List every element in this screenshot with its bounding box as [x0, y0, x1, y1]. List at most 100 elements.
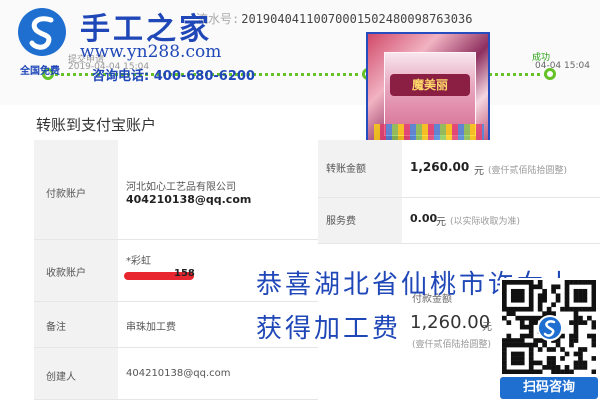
- payee-label-cell: 收款账户: [34, 240, 118, 302]
- qr-module: [502, 302, 507, 308]
- qr-code[interactable]: [500, 278, 598, 376]
- logo-url: www.yn288.com: [80, 42, 222, 62]
- qr-module: [524, 369, 530, 374]
- qr-module: [546, 360, 552, 366]
- qr-module: [591, 338, 596, 343]
- qr-module: [528, 324, 534, 330]
- qr-module: [591, 320, 596, 325]
- free-hotline-label: 全国免费: [20, 66, 60, 77]
- scan-consult-button[interactable]: 扫码咨询: [500, 377, 598, 399]
- remark-label-cell: 备注: [34, 302, 118, 348]
- qr-module: [578, 306, 583, 312]
- remark-value: 串珠加工费: [126, 322, 176, 333]
- amount-value-cell: 1,260.00 元 (壹仟贰佰陆拾圆整): [402, 140, 600, 198]
- qr-module: [591, 306, 596, 312]
- payee-name: *彩虹: [126, 256, 151, 267]
- creator-label-cell: 创建人: [34, 348, 118, 400]
- fee-note: (以实际收取为准): [450, 217, 521, 227]
- qr-module: [502, 280, 507, 285]
- qr-module: [573, 306, 579, 312]
- qr-module: [528, 293, 534, 299]
- qr-module: [564, 302, 570, 308]
- qr-module: [591, 288, 596, 294]
- qr-module: [515, 288, 521, 294]
- qr-module: [587, 333, 592, 339]
- fee-label: 服务费: [326, 216, 356, 227]
- fee-value: 0.00: [410, 212, 438, 225]
- qr-module: [573, 320, 579, 325]
- qr-module: [502, 315, 507, 321]
- qr-module: [587, 306, 592, 312]
- qr-module: [578, 351, 583, 357]
- qr-module: [519, 342, 525, 348]
- qr-module: [510, 356, 516, 361]
- qr-module: [569, 338, 574, 343]
- qr-module: [533, 360, 539, 366]
- fee-unit: 元: [436, 217, 446, 228]
- qr-module: [578, 356, 583, 361]
- qr-module: [519, 288, 525, 294]
- qr-module: [506, 306, 512, 312]
- qr-module: [519, 351, 525, 357]
- qr-module: [560, 356, 565, 361]
- payer-name: 河北如心工艺品有限公司: [126, 182, 236, 193]
- qr-module: [502, 288, 507, 294]
- qr-module: [578, 280, 583, 285]
- qr-module: [582, 280, 588, 285]
- qr-module: [542, 342, 547, 348]
- qr-module: [533, 315, 539, 321]
- qr-module: [528, 315, 534, 321]
- qr-module: [528, 356, 534, 361]
- qr-module: [506, 333, 512, 339]
- qr-module: [510, 351, 516, 357]
- qr-module: [506, 311, 512, 317]
- payer-label: 付款账户: [46, 189, 86, 200]
- qr-module: [578, 293, 583, 299]
- qr-module: [528, 306, 534, 312]
- qr-module: [506, 280, 512, 285]
- amount-value: 1,260.00: [410, 160, 470, 174]
- qr-module: [502, 297, 507, 303]
- qr-module: [573, 288, 579, 294]
- qr-module: [528, 284, 534, 290]
- qr-module: [582, 293, 588, 299]
- qr-module: [573, 360, 579, 366]
- qr-module: [524, 324, 530, 330]
- qr-module: [519, 280, 525, 285]
- creator-value: 404210138@qq.com: [126, 368, 231, 379]
- qr-module: [546, 365, 552, 370]
- qr-module: [515, 293, 521, 299]
- payee-label: 收款账户: [46, 268, 86, 279]
- qr-module: [564, 351, 570, 357]
- qr-module: [528, 329, 534, 334]
- remark-label: 备注: [46, 322, 66, 333]
- qr-module: [591, 342, 596, 348]
- qr-module: [519, 320, 525, 325]
- qr-module: [560, 369, 565, 374]
- qr-module: [551, 365, 556, 370]
- qr-module: [542, 365, 547, 370]
- qr-module: [515, 315, 521, 321]
- qr-module: [519, 297, 525, 303]
- product-photo: 魔美丽: [366, 32, 490, 154]
- qr-module: [502, 342, 507, 348]
- qr-module: [502, 360, 507, 366]
- qr-module: [515, 360, 521, 366]
- qr-module: [591, 297, 596, 303]
- qr-module: [519, 324, 525, 330]
- qr-module: [582, 288, 588, 294]
- qr-module: [528, 369, 534, 374]
- qr-module: [519, 315, 525, 321]
- qr-module: [591, 284, 596, 290]
- qr-module: [578, 315, 583, 321]
- qr-module: [528, 288, 534, 294]
- qr-module: [578, 320, 583, 325]
- qr-module: [519, 306, 525, 312]
- qr-module: [524, 333, 530, 339]
- qr-module: [564, 288, 570, 294]
- qr-module: [564, 284, 570, 290]
- qr-module: [502, 369, 507, 374]
- qr-module: [569, 342, 574, 348]
- qr-module: [573, 293, 579, 299]
- qr-module: [506, 338, 512, 343]
